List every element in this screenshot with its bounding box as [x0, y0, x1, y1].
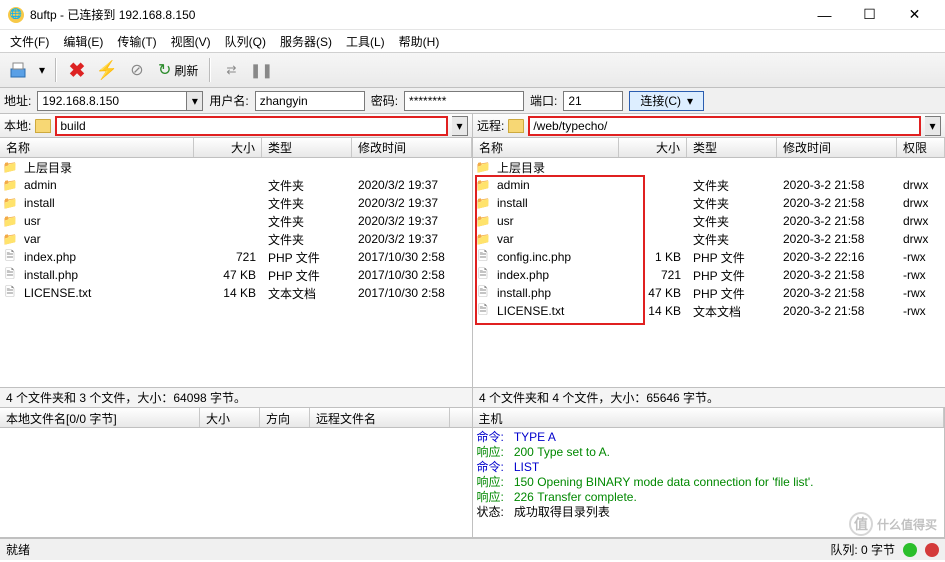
folder-icon: 📁 [475, 196, 491, 210]
file-icon: 🗎 [475, 301, 491, 322]
refresh-button[interactable]: ↻刷新 [154, 60, 202, 80]
status-text: 就绪 [6, 541, 30, 558]
column-header[interactable]: 名称 [0, 138, 194, 157]
column-header[interactable]: 类型 [262, 138, 352, 157]
address-dropdown-icon[interactable]: ▾ [187, 91, 203, 111]
menu-item[interactable]: 服务器(S) [274, 31, 338, 52]
menu-item[interactable]: 传输(T) [111, 31, 162, 52]
remote-path-input[interactable]: /web/typecho/ [528, 116, 921, 136]
connect-button[interactable]: 连接(C)▾ [629, 91, 704, 111]
file-row[interactable]: 🗎install.php47 KBPHP 文件2017/10/30 2:58 [0, 266, 472, 284]
updir-row[interactable]: 📁上层目录 [0, 158, 472, 176]
user-label: 用户名: [209, 92, 248, 109]
file-row[interactable]: 📁var文件夹2020-3-2 21:58drwx [473, 230, 945, 248]
menu-item[interactable]: 工具(L) [340, 31, 391, 52]
toggle1-icon[interactable]: ⇄ [218, 57, 244, 83]
folder-icon: 📁 [475, 232, 491, 246]
menu-item[interactable]: 文件(F) [4, 31, 55, 52]
folder-icon: 📁 [2, 232, 18, 246]
file-row[interactable]: 📁usr文件夹2020/3/2 19:37 [0, 212, 472, 230]
file-row[interactable]: 📁install文件夹2020-3-2 21:58drwx [473, 194, 945, 212]
local-status: 4 个文件夹和 3 个文件，大小：64098 字节。 [0, 387, 472, 407]
maximize-button[interactable]: ☐ [847, 1, 892, 29]
remote-label: 远程: [477, 117, 504, 134]
pause-icon[interactable]: ❚❚ [248, 57, 274, 83]
folder-icon: 📁 [475, 214, 491, 228]
file-row[interactable]: 🗎index.php721PHP 文件2020-3-2 21:58-rwx [473, 266, 945, 284]
queue-status: 队列: 0 字节 [830, 541, 895, 558]
folder-icon [508, 119, 524, 133]
up-icon: 📁 [2, 160, 18, 174]
file-icon: 🗎 [2, 283, 18, 304]
column-header[interactable]: 修改时间 [777, 138, 897, 157]
file-row[interactable]: 🗎config.inc.php1 KBPHP 文件2020-3-2 22:16-… [473, 248, 945, 266]
column-header[interactable]: 大小 [200, 408, 260, 427]
folder-icon: 📁 [2, 214, 18, 228]
up-icon: 📁 [475, 160, 491, 174]
column-header[interactable]: 大小 [619, 138, 687, 157]
column-header[interactable]: 名称 [473, 138, 619, 157]
minimize-button[interactable]: ― [802, 1, 847, 29]
local-path-dropdown-icon[interactable]: ▾ [452, 116, 468, 136]
column-header[interactable]: 大小 [194, 138, 262, 157]
file-row[interactable]: 🗎index.php721PHP 文件2017/10/30 2:58 [0, 248, 472, 266]
dropdown-icon[interactable]: ▾ [36, 57, 48, 83]
remote-path-dropdown-icon[interactable]: ▾ [925, 116, 941, 136]
pass-label: 密码: [371, 92, 398, 109]
column-header[interactable]: 权限 [897, 138, 945, 157]
port-input[interactable] [563, 91, 623, 111]
address-input[interactable] [37, 91, 187, 111]
remote-status: 4 个文件夹和 4 个文件，大小：65646 字节。 [473, 387, 945, 407]
file-row[interactable]: 📁admin文件夹2020/3/2 19:37 [0, 176, 472, 194]
status-dot-green [903, 543, 917, 557]
column-header[interactable]: 远程文件名 [310, 408, 450, 427]
status-dot-red [925, 543, 939, 557]
address-label: 地址: [4, 92, 31, 109]
file-row[interactable]: 📁admin文件夹2020-3-2 21:58drwx [473, 176, 945, 194]
folder-icon: 📁 [2, 178, 18, 192]
updir-row[interactable]: 📁上层目录 [473, 158, 945, 176]
window-title: 8uftp - 已连接到 192.168.8.150 [30, 6, 802, 23]
column-header[interactable]: 本地文件名[0/0 字节] [0, 408, 200, 427]
watermark: 值什么值得买 [849, 512, 937, 536]
file-row[interactable]: 🗎LICENSE.txt14 KB文本文档2020-3-2 21:58-rwx [473, 302, 945, 320]
close-button[interactable]: ✕ [892, 1, 937, 29]
queue-list[interactable] [0, 428, 472, 537]
file-row[interactable]: 📁var文件夹2020/3/2 19:37 [0, 230, 472, 248]
delete-icon[interactable]: ✖ [64, 57, 90, 83]
lightning-icon[interactable]: ⚡ [94, 57, 120, 83]
file-row[interactable]: 📁usr文件夹2020-3-2 21:58drwx [473, 212, 945, 230]
password-input[interactable] [404, 91, 524, 111]
folder-icon: 📁 [475, 178, 491, 192]
port-label: 端口: [530, 92, 557, 109]
menu-item[interactable]: 帮助(H) [393, 31, 446, 52]
column-header[interactable]: 类型 [687, 138, 777, 157]
folder-icon [35, 119, 51, 133]
folder-icon: 📁 [2, 196, 18, 210]
column-header[interactable]: 方向 [260, 408, 310, 427]
username-input[interactable] [255, 91, 365, 111]
local-path-input[interactable]: build [55, 116, 448, 136]
file-row[interactable]: 🗎LICENSE.txt14 KB文本文档2017/10/30 2:58 [0, 284, 472, 302]
file-row[interactable]: 📁install文件夹2020/3/2 19:37 [0, 194, 472, 212]
column-header[interactable]: 修改时间 [352, 138, 472, 157]
column-header[interactable]: 主机 [473, 408, 945, 427]
local-label: 本地: [4, 117, 31, 134]
file-row[interactable]: 🗎install.php47 KBPHP 文件2020-3-2 21:58-rw… [473, 284, 945, 302]
connect-icon[interactable] [6, 57, 32, 83]
menu-item[interactable]: 队列(Q) [219, 31, 272, 52]
app-icon: 🌐 [8, 7, 24, 23]
menu-item[interactable]: 编辑(E) [57, 31, 109, 52]
stop-icon[interactable]: ⊘ [124, 57, 150, 83]
menu-item[interactable]: 视图(V) [165, 31, 217, 52]
